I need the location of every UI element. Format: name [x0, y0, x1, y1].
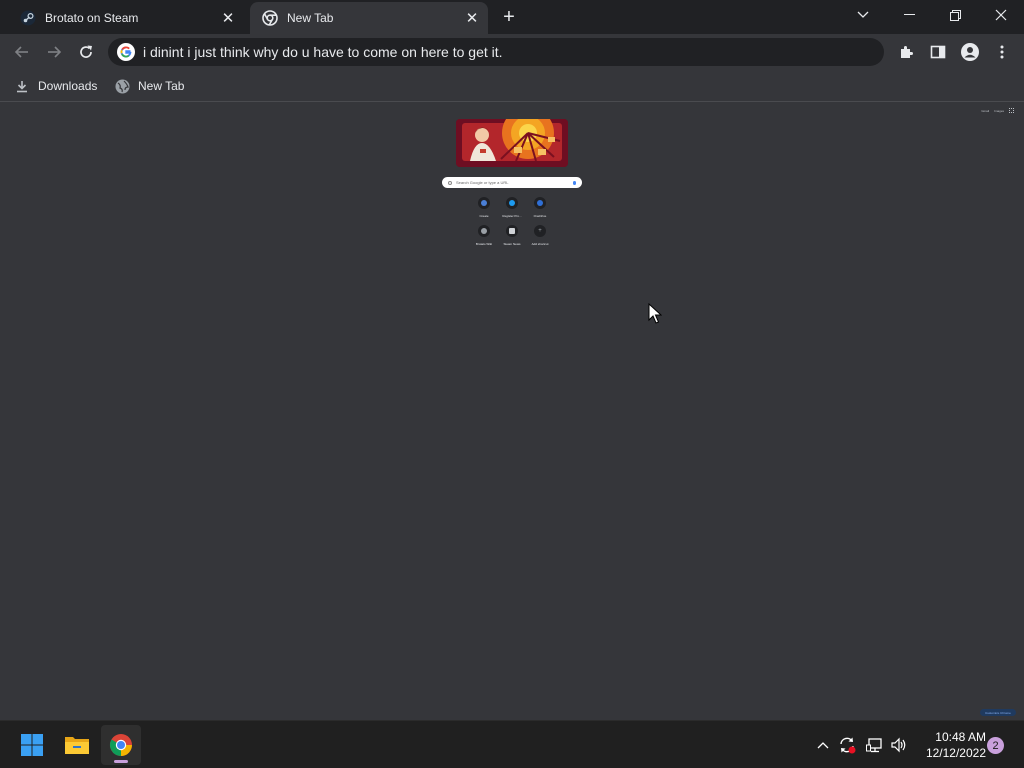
new-tab-page: Gmail Images Search Google or type a URL…: [0, 103, 1024, 720]
speaker-icon: [891, 737, 906, 753]
windows-icon: [21, 734, 43, 756]
puzzle-icon: [901, 46, 913, 58]
ntp-corner-links: Gmail Images: [981, 108, 1014, 113]
globe-icon: [114, 78, 130, 94]
notification-badge[interactable]: 2: [987, 737, 1004, 754]
download-icon: [14, 78, 30, 94]
shortcut-label: Brotato Wiki: [475, 242, 493, 246]
search-placeholder: Search Google or type a URL: [456, 180, 509, 185]
forward-arrow-icon: [48, 46, 62, 58]
shortcut-icon: [506, 225, 518, 237]
network-tray-button[interactable]: [864, 733, 886, 757]
add-shortcut-tile[interactable]: + Add shortcut: [524, 224, 556, 250]
shortcut-icon: [506, 197, 518, 209]
chevron-down-icon: [857, 11, 869, 18]
customize-chrome-button[interactable]: Customize Chrome: [980, 709, 1016, 716]
close-window-button[interactable]: [978, 0, 1024, 30]
search-icon: [448, 180, 452, 185]
chevron-up-icon: [817, 742, 829, 749]
tab-title: Brotato on Steam: [45, 11, 139, 25]
shortcut-label: Add shortcut: [531, 242, 549, 246]
address-bar-text: i dinint i just think why do u have to c…: [143, 44, 503, 60]
gmail-link[interactable]: Gmail: [981, 109, 989, 113]
shortcut-tile[interactable]: OneDrive: [524, 196, 556, 222]
shortcut-label: Create: [479, 214, 489, 218]
menu-button[interactable]: [988, 38, 1016, 66]
shortcut-label: Steam News: [503, 242, 521, 246]
profile-icon: [961, 43, 979, 61]
chrome-taskbar-button[interactable]: [101, 725, 141, 765]
sync-tray-button[interactable]: [836, 733, 858, 757]
reload-button[interactable]: [72, 38, 100, 66]
google-doodle[interactable]: [456, 119, 568, 167]
images-link[interactable]: Images: [994, 109, 1004, 113]
apps-grid-icon[interactable]: [1009, 108, 1014, 113]
sync-icon: [840, 737, 856, 754]
new-tab-button[interactable]: +: [498, 6, 520, 28]
tab-title: New Tab: [287, 11, 334, 25]
chrome-icon: [262, 10, 278, 26]
side-panel-button[interactable]: [924, 38, 952, 66]
minimize-button[interactable]: [886, 0, 932, 30]
clock-time: 10:48 AM: [935, 730, 986, 744]
start-button[interactable]: [12, 725, 52, 765]
add-icon: +: [534, 225, 546, 237]
tab-brotato-steam[interactable]: Brotato on Steam ✕: [8, 2, 244, 34]
taskbar: 10:48 AM 12/12/2022 2: [0, 720, 1024, 768]
system-clock[interactable]: 10:48 AM 12/12/2022: [916, 729, 986, 761]
network-icon: [866, 738, 882, 753]
back-arrow-icon: [14, 46, 28, 58]
kebab-menu-icon: [1000, 45, 1004, 59]
clock-date: 12/12/2022: [925, 746, 986, 760]
bookmark-new-tab[interactable]: New Tab: [114, 76, 184, 96]
tab-strip: Brotato on Steam ✕ New Tab ✕ +: [0, 0, 1024, 34]
chrome-icon: [110, 734, 132, 756]
extensions-button[interactable]: [892, 38, 920, 66]
running-indicator: [114, 760, 128, 763]
volume-tray-button[interactable]: [888, 733, 910, 757]
reload-icon: [80, 45, 92, 58]
shortcut-icon: [534, 197, 546, 209]
bookmarks-bar: Downloads New Tab: [0, 70, 1024, 102]
address-bar[interactable]: i dinint i just think why do u have to c…: [108, 38, 884, 66]
restore-button[interactable]: [932, 0, 978, 30]
profile-button[interactable]: [956, 38, 984, 66]
side-panel-icon: [930, 45, 946, 59]
bookmark-label: New Tab: [138, 79, 185, 93]
restore-icon: [949, 9, 961, 21]
folder-icon: [65, 737, 89, 754]
shortcut-icon: [478, 197, 490, 209]
google-icon: [117, 43, 135, 61]
mouse-cursor-icon: [648, 303, 662, 324]
microphone-icon[interactable]: [573, 180, 576, 185]
bookmark-label: Downloads: [38, 79, 98, 93]
file-explorer-button[interactable]: [57, 725, 97, 765]
shortcut-label: OneDrive: [533, 214, 547, 218]
show-hidden-icons-button[interactable]: [814, 733, 832, 757]
bookmark-downloads[interactable]: Downloads: [14, 76, 97, 96]
close-tab-icon[interactable]: ✕: [462, 8, 482, 28]
shortcut-icon: [478, 225, 490, 237]
tab-new-tab[interactable]: New Tab ✕: [250, 2, 488, 34]
steam-icon: [20, 10, 36, 26]
tab-search-button[interactable]: [840, 0, 886, 30]
close-tab-icon[interactable]: ✕: [218, 8, 238, 28]
forward-button[interactable]: [40, 38, 68, 66]
shortcut-label: Register Pro...: [502, 214, 522, 218]
back-button[interactable]: [8, 38, 36, 66]
ntp-search-box[interactable]: Search Google or type a URL: [442, 177, 582, 188]
close-icon: [995, 9, 1007, 21]
minimize-icon: [903, 14, 915, 15]
